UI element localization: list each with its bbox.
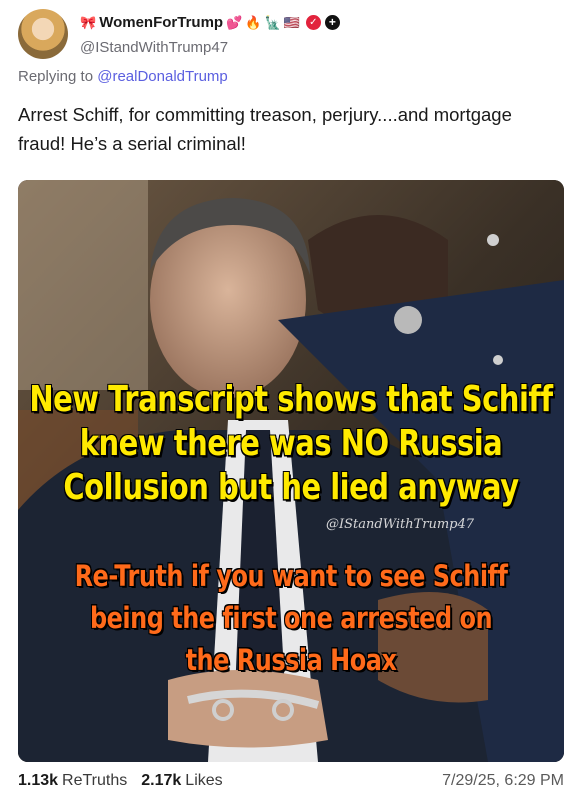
display-name[interactable]: WomenForTrump [99, 13, 223, 33]
reply-prefix: Replying to [18, 68, 94, 85]
reply-mention-link[interactable]: @realDonaldTrump [97, 68, 228, 85]
avatar[interactable] [18, 9, 68, 59]
emoji-badges: 💕 🔥 🗽 🇺🇸 [226, 15, 303, 31]
call-line-3: the Russia Hoax [185, 642, 397, 678]
hearts-icon: 💕 [226, 14, 243, 30]
reply-context: Replying to @realDonaldTrump [18, 68, 228, 85]
plus-badge-icon: + [324, 15, 340, 30]
retruths-stat[interactable]: 1.13k ReTruths [18, 772, 127, 790]
statue-of-liberty-icon: 🗽 [264, 14, 281, 30]
headline-line-2: knew there was NO Russia [79, 422, 503, 464]
likes-stat[interactable]: 2.17k Likes [141, 772, 222, 790]
headline-line-1: New Transcript shows that Schiff [29, 378, 553, 420]
post-header: 🎀 WomenForTrump 💕 🔥 🗽 🇺🇸 ✓ + @IStandWith… [18, 6, 340, 62]
call-line-2: being the first one arrested on [89, 600, 493, 636]
ribbon-icon: 🎀 [80, 14, 97, 30]
fire-icon: 🔥 [245, 14, 262, 30]
image-watermark: @IStandWithTrump47 [326, 517, 475, 532]
post-timestamp[interactable]: 7/29/25, 6:29 PM [442, 772, 564, 790]
likes-label: Likes [185, 772, 223, 789]
verified-icon: ✓ [305, 15, 321, 30]
headline-line-3: Collusion but he lied anyway [63, 466, 519, 508]
post-image[interactable]: New Transcript shows that Schiff knew th… [18, 180, 564, 762]
post-footer: 1.13k ReTruths 2.17k Likes 7/29/25, 6:29… [18, 772, 564, 790]
author-names: 🎀 WomenForTrump 💕 🔥 🗽 🇺🇸 ✓ + @IStandWith… [80, 13, 340, 56]
retruths-label: ReTruths [62, 772, 128, 789]
us-flag-icon: 🇺🇸 [283, 14, 300, 30]
display-name-row[interactable]: 🎀 WomenForTrump 💕 🔥 🗽 🇺🇸 ✓ + [80, 13, 340, 33]
likes-count: 2.17k [141, 772, 182, 789]
call-line-1: Re-Truth if you want to see Schiff [74, 558, 508, 594]
author-handle[interactable]: @IStandWithTrump47 [80, 39, 340, 56]
post-text: Arrest Schiff, for committing treason, p… [18, 104, 512, 154]
retruths-count: 1.13k [18, 772, 59, 789]
